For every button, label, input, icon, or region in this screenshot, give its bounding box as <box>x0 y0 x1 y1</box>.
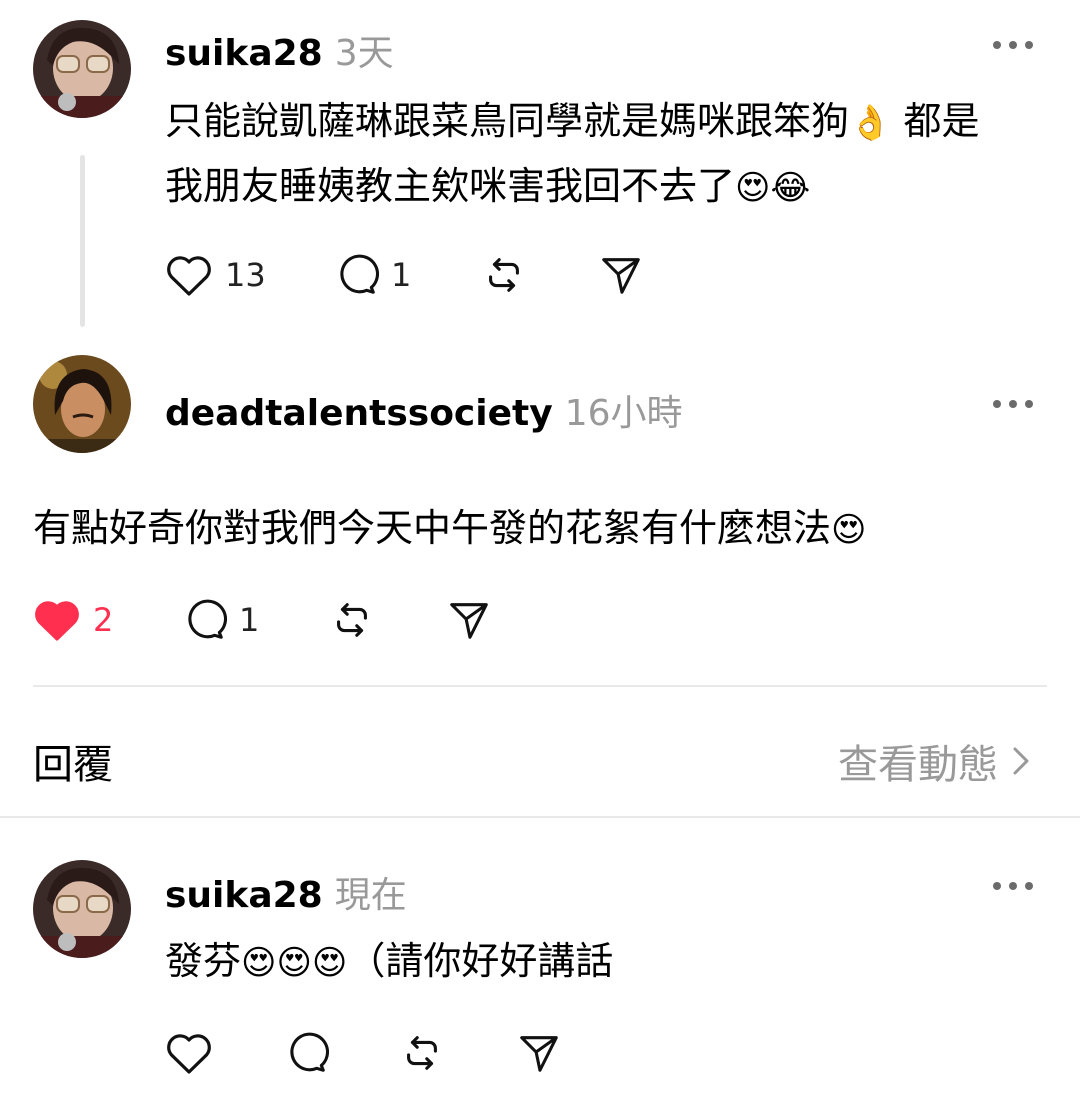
heart-icon <box>167 256 211 296</box>
timestamp: 3天 <box>334 33 394 74</box>
more-options-button[interactable] <box>993 35 1033 55</box>
username[interactable]: suika28 現在 <box>165 866 407 918</box>
reply-count: 1 <box>239 601 260 639</box>
share-button[interactable] <box>597 252 645 298</box>
comment-icon <box>340 254 379 294</box>
comment-text: 發芬😍😍😍（請你好好講話 <box>165 939 614 983</box>
comment-actions: 2 1 <box>33 597 493 643</box>
timestamp: 現在 <box>334 875 407 916</box>
comment-icon <box>188 599 227 639</box>
reply-count: 1 <box>391 256 412 294</box>
share-button[interactable] <box>515 1030 563 1076</box>
comment-actions: 13 1 <box>165 252 645 298</box>
like-button[interactable]: 2 <box>33 597 181 643</box>
like-count: 13 <box>225 256 266 294</box>
send-icon <box>450 603 488 639</box>
comment-text: 只能說凱薩琳跟菜鳥同學就是媽咪跟笨狗👌 都是 我朋友睡姨教主欸咪害我回不去了😍😂 <box>165 99 980 208</box>
repost-button[interactable] <box>329 597 445 643</box>
more-options-button[interactable] <box>993 394 1033 414</box>
reply-button[interactable]: 1 <box>333 252 481 298</box>
avatar[interactable] <box>33 860 131 958</box>
comment-text: 有點好奇你對我們今天中午發的花絮有什麼想法😍 <box>33 506 867 550</box>
timestamp: 16小時 <box>564 393 683 434</box>
avatar[interactable] <box>33 20 131 118</box>
divider <box>33 685 1047 687</box>
view-activity-label: 查看動態 <box>838 742 998 788</box>
comment-actions <box>165 1030 563 1076</box>
chevron-right-icon <box>1013 747 1029 775</box>
send-icon <box>520 1036 558 1072</box>
comment-icon <box>290 1032 329 1072</box>
repost-icon <box>407 1036 437 1070</box>
like-button[interactable]: 13 <box>165 252 333 298</box>
like-count: 2 <box>93 601 114 639</box>
like-button[interactable] <box>165 1030 283 1076</box>
username[interactable]: deadtalentssociety 16小時 <box>165 384 683 436</box>
repost-button[interactable] <box>481 252 597 298</box>
reply-bar: 回覆 查看動態 <box>0 722 1080 792</box>
repost-icon <box>489 258 519 292</box>
heart-icon <box>167 1034 211 1074</box>
thread-line <box>80 155 85 327</box>
reply-button[interactable] <box>283 1030 399 1076</box>
avatar[interactable] <box>33 355 131 453</box>
view-activity-link[interactable]: 查看動態 <box>838 732 1030 790</box>
heart-filled-icon <box>35 601 79 641</box>
username[interactable]: suika28 3天 <box>165 24 394 76</box>
repost-icon <box>337 603 367 637</box>
reply-button[interactable]: 1 <box>181 597 329 643</box>
more-options-button[interactable] <box>993 876 1033 896</box>
reply-button[interactable]: 回覆 <box>33 732 113 790</box>
repost-button[interactable] <box>399 1030 515 1076</box>
divider <box>0 816 1080 818</box>
share-button[interactable] <box>445 597 493 643</box>
send-icon <box>602 258 640 294</box>
